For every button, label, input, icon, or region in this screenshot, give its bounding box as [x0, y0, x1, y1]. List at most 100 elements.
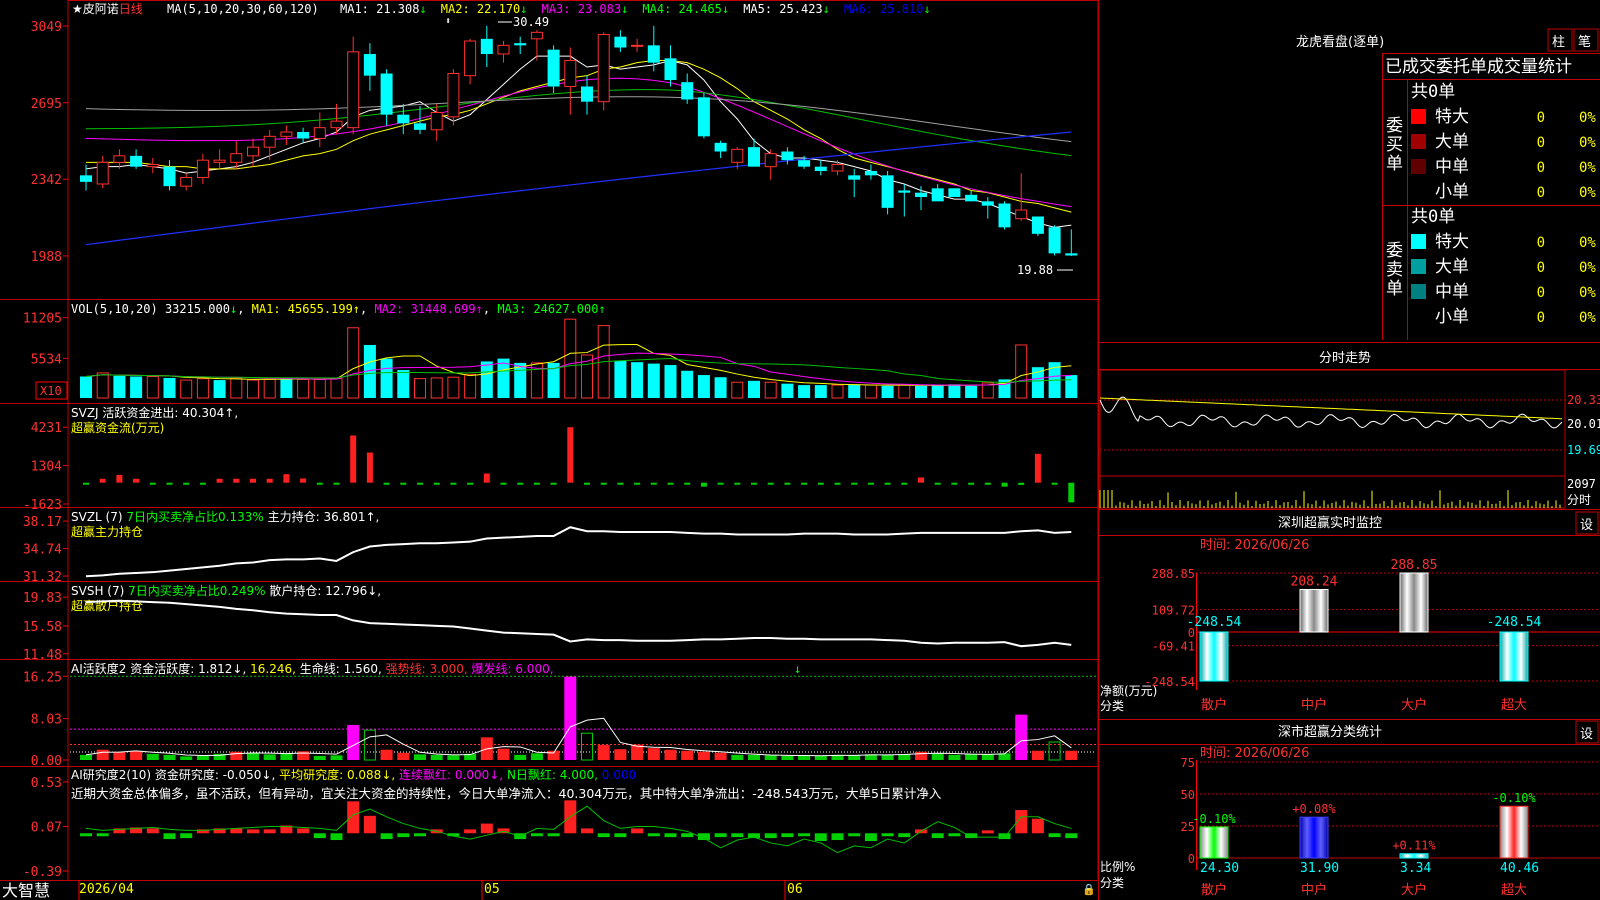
- order-row-pct: 0%: [1579, 135, 1596, 151]
- favorite-star-icon: ★: [72, 2, 83, 16]
- svzj-bar: [149, 482, 156, 485]
- order-row-pct: 0%: [1579, 235, 1596, 251]
- ai-research-panel-header: AI研究度2(10) 资金研究度: -0.050↓, 平均研究度: 0.088↓…: [71, 767, 942, 801]
- order-row-label: 特大: [1435, 107, 1469, 127]
- ai-active-y-axis: 16.25 8.03 0.00: [23, 670, 68, 769]
- order-color-swatch: [1411, 134, 1426, 149]
- svg-text:分类: 分类: [1100, 876, 1124, 890]
- svsh-line: [85, 599, 1072, 648]
- ai-active-bar: [430, 754, 443, 760]
- ma4-line: [85, 89, 1072, 157]
- candle-body: [514, 43, 527, 46]
- svzj-bar: [751, 482, 757, 485]
- candle-body: [347, 51, 360, 129]
- ai-research-bars[interactable]: [80, 800, 1078, 854]
- svzj-bar: [166, 482, 173, 485]
- y-tick-label: 3049: [31, 20, 62, 35]
- volume-bar: [347, 327, 360, 399]
- ai-active-bar: [781, 755, 794, 760]
- candle-body: [480, 38, 493, 54]
- order-group-label: 委: [1386, 241, 1403, 261]
- ai-active-bar: [80, 754, 92, 760]
- ai-research-bar: [848, 833, 861, 837]
- svzj-bar: [734, 482, 741, 485]
- stock-chart-canvas[interactable]: ★皮阿诺日线 MA(5,10,20,30,60,120) MA1: 21.308…: [0, 0, 1600, 900]
- candle-body: [196, 159, 209, 179]
- order-group-label: 委: [1386, 116, 1403, 136]
- price-panel-header: ★皮阿诺日线 MA(5,10,20,30,60,120) MA1: 21.308…: [72, 2, 931, 16]
- ai-active-bar: [614, 749, 627, 760]
- svg-text:笔[interactable]: 笔: [1578, 34, 1591, 50]
- monitor-value-label: 208.24: [1291, 574, 1338, 589]
- svg-text:设[interactable]: 设: [1580, 518, 1593, 533]
- y-tick-label: 31.32: [23, 570, 62, 585]
- ai-research-bar: [313, 833, 326, 839]
- ai-research-bar: [330, 833, 343, 841]
- svsh-line-path: [85, 599, 1072, 648]
- ma1-line: [85, 55, 1072, 228]
- svg-text:柱[interactable]: 柱: [1552, 35, 1565, 50]
- candle-body: [447, 73, 460, 118]
- volume-bar: [80, 376, 92, 398]
- order-row-pct: 0%: [1579, 160, 1596, 176]
- svzj-bar: [650, 482, 657, 485]
- volume-bar: [414, 378, 426, 399]
- candle: [697, 93, 710, 139]
- candle-body: [798, 160, 811, 167]
- candle-body: [146, 164, 159, 168]
- volume-bar: [263, 378, 276, 399]
- order-row-label: 小单: [1435, 182, 1469, 202]
- candle: [931, 184, 944, 202]
- svg-text:设[interactable]: 设: [1580, 727, 1593, 742]
- order-row-label: 大单: [1435, 257, 1469, 277]
- ai-active-bar: [363, 729, 376, 761]
- candle: [981, 197, 994, 219]
- order-color-swatch: [1411, 184, 1426, 199]
- volume-bar: [213, 380, 226, 398]
- svzj-bar: [183, 482, 190, 485]
- volume-bar: [163, 377, 176, 398]
- svg-text:★皮阿诺日线: ★皮阿诺日线: [72, 2, 143, 16]
- volume-bar: [614, 360, 627, 398]
- candle-body: [781, 151, 794, 161]
- candle: [547, 45, 560, 93]
- candle: [614, 30, 627, 52]
- order-color-swatch: [1411, 234, 1426, 249]
- monitor-category-label: 超大: [1501, 698, 1527, 713]
- ma3-legend: MA3: 23.083↓: [542, 2, 629, 16]
- ma6-line: [85, 131, 1072, 246]
- classify-bars: 7550250-0.10%24.30散户+0.08%31.90中户+0.11%3…: [1181, 756, 1600, 898]
- candle-body: [564, 60, 577, 87]
- volume-bar: [931, 385, 944, 398]
- candle-body: [647, 45, 660, 63]
- y-tick-label: 2342: [31, 173, 62, 188]
- volume-bars[interactable]: [80, 318, 1078, 399]
- ai-active-bar: [697, 751, 710, 760]
- volume-bar: [714, 377, 727, 398]
- ai-active-bar: [981, 754, 994, 760]
- candle-body: [931, 188, 944, 202]
- ai-research-bar: [163, 833, 176, 840]
- svzj-bar: [801, 482, 808, 485]
- candle-body: [130, 155, 143, 167]
- ai-active-bars[interactable]: [70, 675, 1096, 761]
- candle-body: [330, 120, 343, 129]
- candle-body: [614, 36, 627, 48]
- ma-arrow-icon: ↓: [722, 2, 729, 16]
- svzj-bars[interactable]: [83, 427, 1075, 503]
- svg-text:2097: 2097: [1567, 477, 1596, 491]
- ai-active-bar: [931, 753, 944, 760]
- ai-research-bar: [647, 833, 660, 837]
- svg-text:SVZL (7) 7日内买卖净占比0.133% 主力持仓:: SVZL (7) 7日内买卖净占比0.133% 主力持仓: 36.801↑,: [71, 509, 379, 524]
- ai-active-bar: [1015, 714, 1028, 760]
- order-color-swatch: [1411, 284, 1426, 299]
- candle: [480, 25, 493, 67]
- svzj-bar: [266, 478, 273, 483]
- svzj-bar: [483, 473, 490, 483]
- volume-bar: [430, 377, 443, 399]
- order-row-count: 0: [1537, 160, 1545, 176]
- ai-research-bar: [664, 833, 677, 838]
- candle: [564, 47, 577, 115]
- ai-active-bar: [313, 755, 326, 760]
- ai-research-bar: [1065, 833, 1078, 839]
